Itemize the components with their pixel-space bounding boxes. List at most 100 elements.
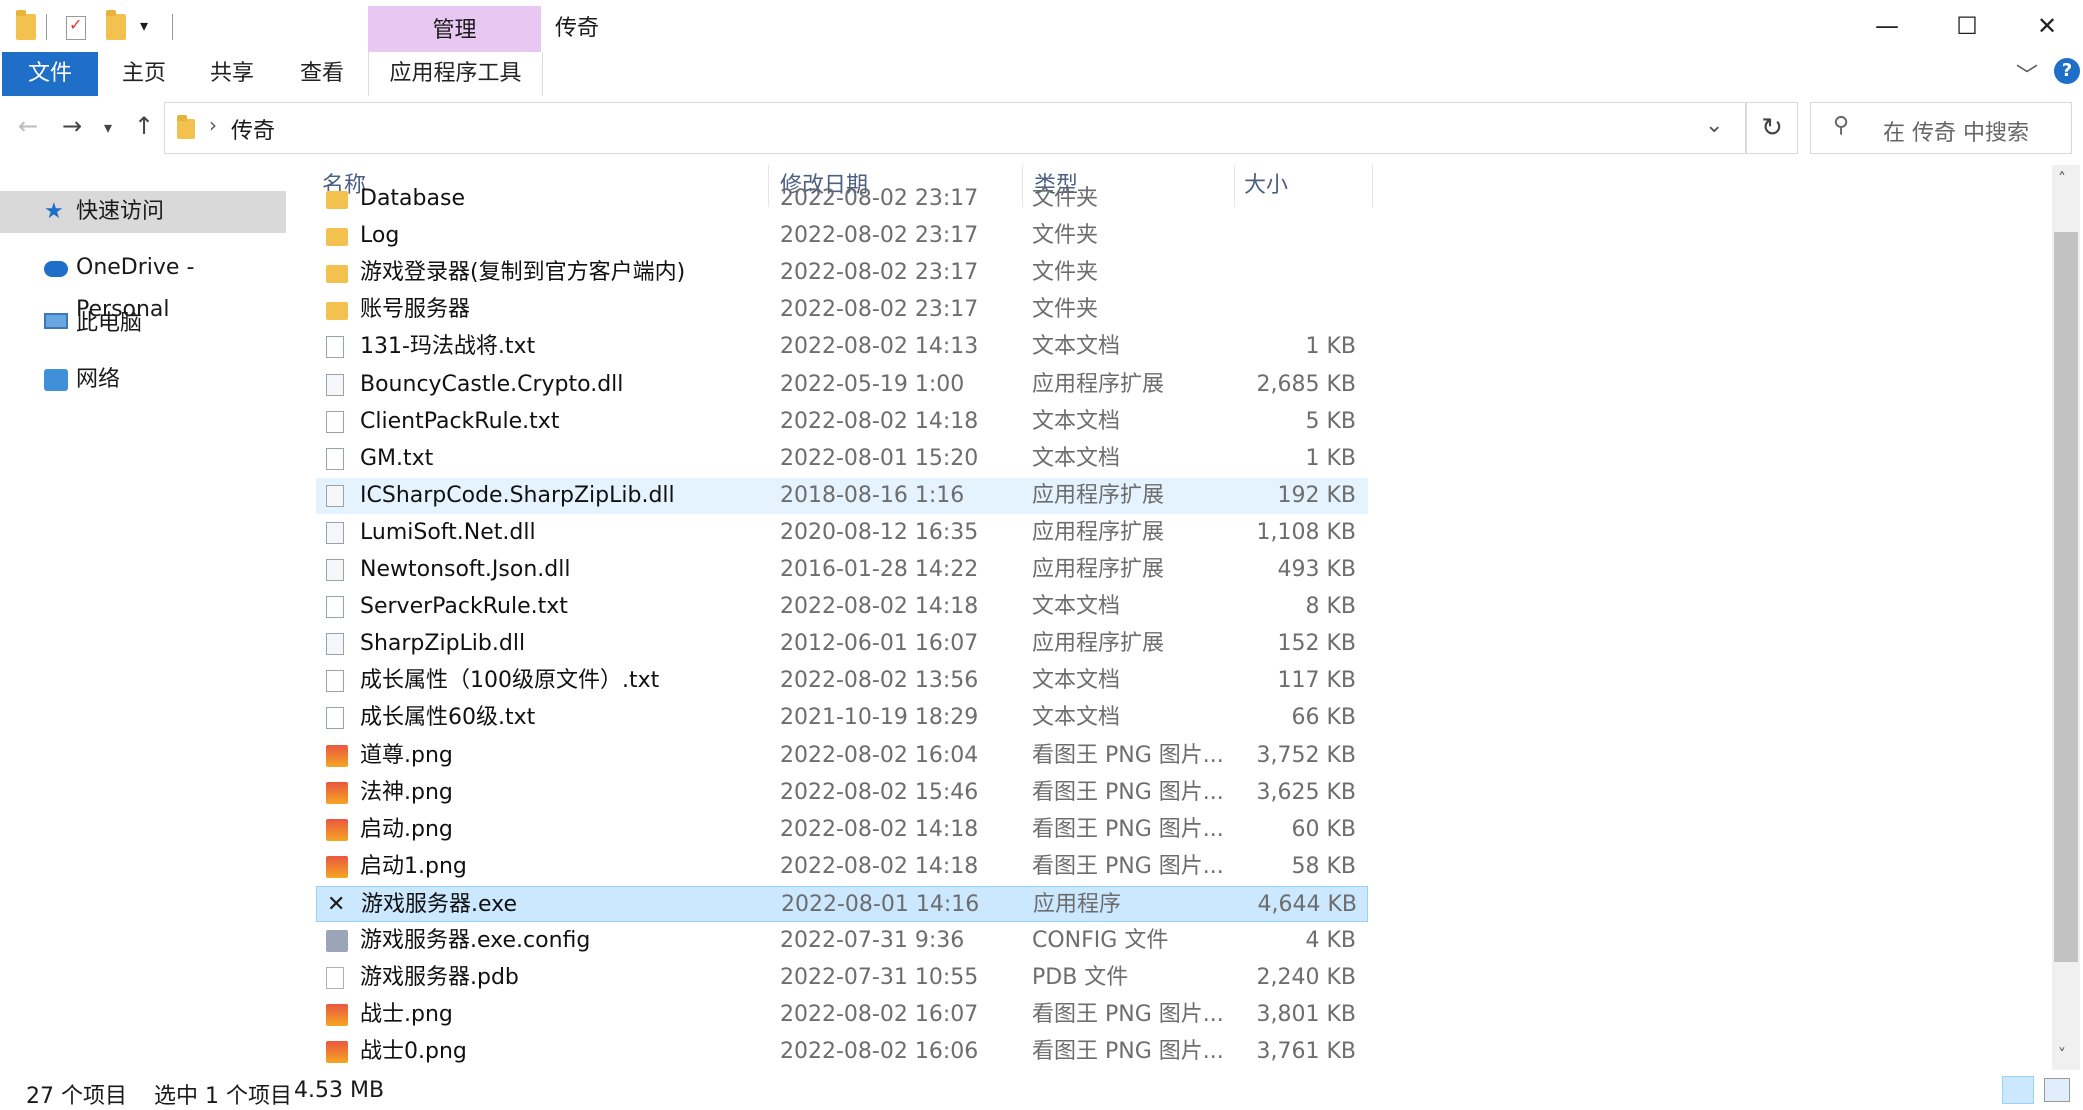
file-row[interactable]: Database 2022-08-02 23:17 文件夹	[316, 181, 1368, 217]
search-input[interactable]: 在 传奇 中搜索	[1883, 115, 2029, 147]
properties-icon[interactable]: ✓	[66, 15, 86, 40]
txt-file-icon	[326, 447, 344, 470]
minimize-button[interactable]: —	[1846, 6, 1928, 46]
help-icon[interactable]: ?	[2054, 58, 2080, 84]
breadcrumb-current[interactable]: 传奇	[231, 113, 275, 145]
address-dropdown-chevron-icon[interactable]: ⌄	[1705, 113, 1723, 138]
forward-arrow-icon[interactable]: →	[62, 112, 82, 140]
nav-item-this-pc[interactable]: 此电脑	[0, 303, 286, 345]
file-row[interactable]: LumiSoft.Net.dll 2020-08-12 16:35 应用程序扩展 1,…	[316, 515, 1368, 551]
file-type: 文本文档	[1032, 408, 1121, 434]
file-row[interactable]: 道尊.png 2022-08-02 16:04 看图王 PNG 图片... 3,752…	[316, 738, 1368, 774]
file-type: 文件夹	[1032, 297, 1099, 323]
file-date: 2022-08-02 14:18	[780, 408, 979, 434]
nav-item-network[interactable]: 网络	[0, 359, 286, 401]
file-name: LumiSoft.Net.dll	[360, 519, 536, 545]
close-button[interactable]: ✕	[2006, 6, 2083, 46]
file-row[interactable]: Newtonsoft.Json.dll 2016-01-28 14:22 应用程序扩…	[316, 552, 1368, 588]
file-date: 2022-08-02 23:17	[780, 223, 979, 249]
back-arrow-icon[interactable]: ←	[18, 112, 38, 140]
png-file-icon	[326, 855, 348, 878]
details-view-icon[interactable]	[2002, 1076, 2034, 1104]
file-name: ICSharpCode.SharpZipLib.dll	[360, 482, 675, 508]
folder-icon[interactable]	[16, 10, 36, 40]
customize-toolbar-chevron-icon[interactable]: ▾	[140, 16, 148, 35]
tab-application-tools[interactable]: 应用程序工具	[368, 52, 543, 97]
file-name: 游戏服务器.exe	[361, 891, 518, 917]
maximize-button[interactable]: ☐	[1926, 6, 2008, 46]
file-row[interactable]: 启动1.png 2022-08-02 14:18 看图王 PNG 图片... 58 K…	[316, 849, 1368, 885]
file-type: 文本文档	[1032, 445, 1121, 471]
file-name: 账号服务器	[360, 297, 471, 323]
file-name: ServerPackRule.txt	[360, 594, 568, 620]
file-size: 152 KB	[1277, 631, 1356, 657]
file-row[interactable]: SharpZipLib.dll 2012-06-01 16:07 应用程序扩展 152…	[316, 626, 1368, 662]
status-bar: 27 个项目 选中 1 个项目 4.53 MB	[0, 1070, 2083, 1110]
file-name: 战士.png	[360, 1002, 453, 1028]
search-icon: ⚲	[1833, 113, 1850, 138]
file-type: 应用程序扩展	[1032, 631, 1165, 657]
file-date: 2022-08-02 14:13	[780, 334, 979, 360]
file-row[interactable]: 账号服务器 2022-08-02 23:17 文件夹	[316, 292, 1368, 328]
file-name: 战士0.png	[360, 1039, 467, 1065]
ribbon-expand-chevron-icon[interactable]: ﹀	[2016, 58, 2038, 90]
scroll-down-chevron-icon[interactable]: ˅	[2058, 1045, 2066, 1064]
file-size: 1,108 KB	[1256, 519, 1357, 545]
file-date: 2022-08-02 16:06	[780, 1039, 979, 1065]
file-name: 游戏服务器.exe.config	[360, 928, 591, 953]
file-row[interactable]: 战士.png 2022-08-02 16:07 看图王 PNG 图片... 3,801…	[316, 997, 1368, 1033]
tab-file[interactable]: 文件	[2, 52, 98, 96]
file-row[interactable]: GM.txt 2022-08-01 15:20 文本文档 1 KB	[316, 441, 1368, 477]
file-type: 看图王 PNG 图片...	[1032, 779, 1224, 805]
file-date: 2020-08-12 16:35	[780, 519, 979, 545]
search-box[interactable]: ⚲ 在 传奇 中搜索	[1810, 102, 2072, 154]
file-date: 2022-08-01 14:16	[781, 891, 980, 917]
file-size: 117 KB	[1277, 668, 1356, 694]
file-row[interactable]: 成长属性60级.txt 2021-10-19 18:29 文本文档 66 KB	[316, 700, 1368, 736]
file-name: ClientPackRule.txt	[360, 408, 560, 434]
scrollbar-thumb[interactable]	[2054, 232, 2078, 962]
file-row[interactable]: 游戏登录器(复制到官方客户端内) 2022-08-02 23:17 文件夹	[316, 255, 1368, 291]
nav-item-quick-access[interactable]: ★ 快速访问	[0, 191, 286, 233]
nav-item-onedrive[interactable]: OneDrive - Personal	[0, 247, 286, 322]
file-row[interactable]: 游戏服务器.exe.config 2022-07-31 9:36 CONFIG 文件…	[316, 923, 1368, 959]
file-name: 启动1.png	[360, 853, 467, 879]
file-row[interactable]: 成长属性（100级原文件）.txt 2022-08-02 13:56 文本文档 117…	[316, 663, 1368, 699]
manage-tab[interactable]: 管理	[368, 6, 541, 52]
file-rows: Database 2022-08-02 23:17 文件夹 Log 2022-08-02…	[316, 186, 1372, 1070]
file-type: PDB 文件	[1032, 965, 1129, 991]
file-row[interactable]: BouncyCastle.Crypto.dll 2022-05-19 1:00 应用…	[316, 367, 1368, 403]
tab-home[interactable]: 主页	[108, 52, 180, 96]
file-row[interactable]: 法神.png 2022-08-02 15:46 看图王 PNG 图片... 3,625…	[316, 775, 1368, 811]
refresh-button[interactable]: ↻	[1746, 102, 1798, 154]
new-folder-icon[interactable]	[106, 10, 126, 40]
file-row[interactable]: Log 2022-08-02 23:17 文件夹	[316, 218, 1368, 254]
divider[interactable]	[1372, 165, 1373, 207]
file-type: 看图王 PNG 图片...	[1032, 1002, 1224, 1028]
file-row[interactable]: 启动.png 2022-08-02 14:18 看图王 PNG 图片... 60 KB	[316, 812, 1368, 848]
up-arrow-icon[interactable]: ↑	[134, 112, 154, 140]
file-type: 看图王 PNG 图片...	[1032, 816, 1224, 842]
recent-locations-chevron-icon[interactable]: ▾	[104, 118, 112, 137]
file-row[interactable]: ✕ 游戏服务器.exe 2022-08-01 14:16 应用程序 4,644 KB	[316, 885, 1368, 922]
breadcrumb-chevron-icon[interactable]: ›	[209, 113, 217, 137]
address-bar[interactable]: › 传奇 ⌄	[164, 102, 1746, 154]
tab-view[interactable]: 查看	[286, 52, 358, 96]
scroll-up-chevron-icon[interactable]: ˄	[2058, 169, 2066, 188]
file-row[interactable]: ICSharpCode.SharpZipLib.dll 2018-08-16 1:…	[316, 477, 1368, 514]
file-row[interactable]: 游戏服务器.pdb 2022-07-31 10:55 PDB 文件 2,240 KB	[316, 960, 1368, 996]
file-size: 1 KB	[1305, 334, 1356, 360]
file-row[interactable]: 战士0.png 2022-08-02 16:06 看图王 PNG 图片... 3,76…	[316, 1034, 1368, 1070]
file-type: CONFIG 文件	[1032, 928, 1169, 953]
file-row[interactable]: ServerPackRule.txt 2022-08-02 14:18 文本文档 8 …	[316, 589, 1368, 625]
tab-share[interactable]: 共享	[196, 52, 268, 96]
file-row[interactable]: 131-玛法战将.txt 2022-08-02 14:13 文本文档 1 KB	[316, 329, 1368, 365]
file-row[interactable]: ClientPackRule.txt 2022-08-02 14:18 文本文档 5 …	[316, 404, 1368, 440]
file-type: 看图王 PNG 图片...	[1032, 742, 1224, 768]
large-icons-view-icon[interactable]	[2044, 1078, 2070, 1102]
exe-file-icon: ✕	[327, 891, 346, 917]
file-name: 成长属性60级.txt	[360, 705, 536, 731]
file-type: 文本文档	[1032, 334, 1121, 360]
folder-file-icon	[326, 302, 348, 321]
file-date: 2012-06-01 16:07	[780, 631, 979, 657]
